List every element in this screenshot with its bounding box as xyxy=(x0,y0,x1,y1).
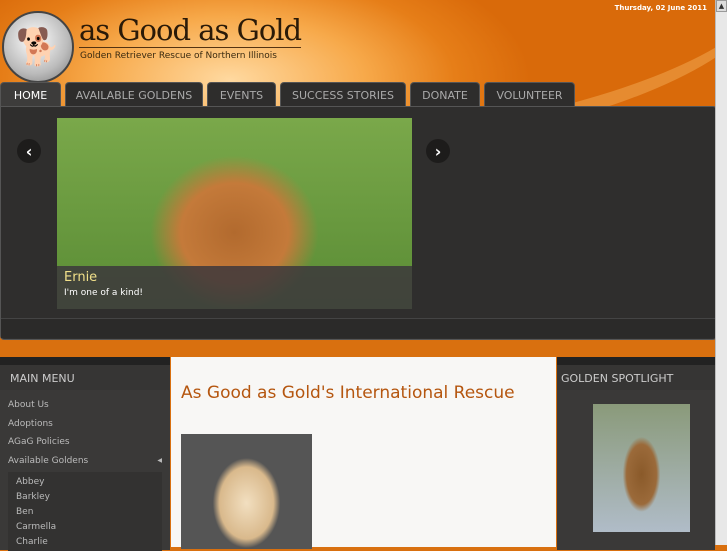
current-date: Thursday, 02 June 2011 xyxy=(614,4,707,12)
menu-label: Adoptions xyxy=(8,418,53,429)
slide-text: I'm one of a kind! xyxy=(64,288,144,298)
main-menu: About Us Adoptions AGaG Policies Availab… xyxy=(0,390,170,551)
slide-caption: Ernie I'm one of a kind! xyxy=(57,266,412,309)
submenu-item[interactable]: Abbey xyxy=(8,474,162,489)
scrollbar[interactable]: ▲ xyxy=(715,0,727,545)
tab-available-goldens[interactable]: AVAILABLE GOLDENS xyxy=(65,82,203,107)
menu-label: AGaG Policies xyxy=(8,437,70,448)
slider-bar xyxy=(1,318,715,338)
menu-item-adoptions[interactable]: Adoptions xyxy=(0,415,170,434)
article-image xyxy=(181,434,312,549)
menu-item-agag-policies[interactable]: AGaG Policies xyxy=(0,433,170,452)
spotlight-image[interactable] xyxy=(593,404,690,532)
submenu-item[interactable]: Ben xyxy=(8,504,162,519)
article-title: As Good as Gold's International Rescue xyxy=(181,383,515,403)
prev-arrow-icon[interactable]: ‹ xyxy=(17,139,41,163)
tab-donate[interactable]: DONATE xyxy=(410,82,480,107)
logo-dog-icon[interactable]: 🐕 xyxy=(2,11,74,83)
logo-subtitle: Golden Retriever Rescue of Northern Illi… xyxy=(80,51,277,61)
submenu-item[interactable]: Barkley xyxy=(8,489,162,504)
scroll-up-icon[interactable]: ▲ xyxy=(716,0,727,12)
tab-events[interactable]: EVENTS xyxy=(207,82,276,107)
tab-success-stories[interactable]: SUCCESS STORIES xyxy=(280,82,406,107)
submenu-item[interactable]: Carmella xyxy=(8,519,162,534)
tab-volunteer[interactable]: VOLUNTEER xyxy=(484,82,575,107)
logo-title[interactable]: as Good as Gold xyxy=(79,13,302,48)
golden-spotlight xyxy=(557,390,715,550)
slide-name: Ernie xyxy=(64,270,98,285)
golden-spotlight-heading: GOLDEN SPOTLIGHT xyxy=(557,357,715,391)
submenu-item[interactable]: Charlie xyxy=(8,534,162,549)
main-content: As Good as Gold's International Rescue xyxy=(171,357,556,549)
menu-item-available-goldens[interactable]: Available Goldens ◀ xyxy=(0,452,170,471)
menu-label: Available Goldens xyxy=(8,455,89,466)
next-arrow-icon[interactable]: › xyxy=(426,139,450,163)
main-nav: HOME AVAILABLE GOLDENS EVENTS SUCCESS ST… xyxy=(0,82,575,107)
menu-label: About Us xyxy=(8,400,49,411)
menu-item-about-us[interactable]: About Us xyxy=(0,396,170,415)
main-menu-heading: MAIN MENU xyxy=(0,357,170,391)
submenu: Abbey Barkley Ben Carmella Charlie xyxy=(8,472,162,551)
caret-left-icon: ◀ xyxy=(157,457,162,465)
tab-home[interactable]: HOME xyxy=(0,82,61,107)
